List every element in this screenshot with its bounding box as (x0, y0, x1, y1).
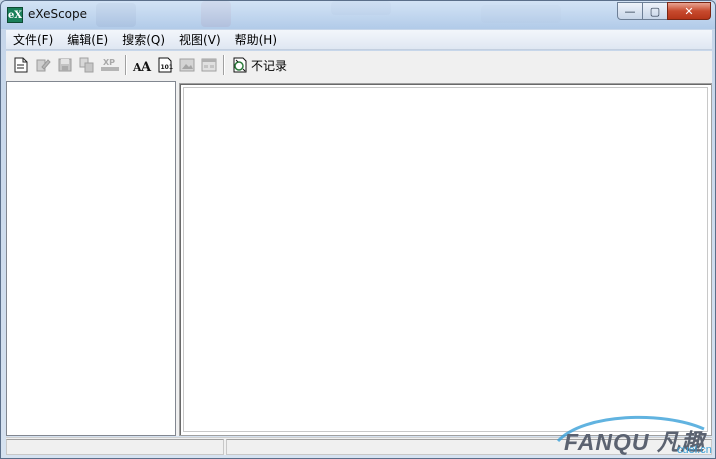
content-pane[interactable] (179, 83, 712, 436)
svg-text:A: A (140, 60, 152, 73)
menu-file[interactable]: 文件(F) (6, 30, 60, 50)
app-window: eX eXeScope — ▢ ✕ 文件(F) 编辑(E) 搜索(Q) 视图(V… (0, 0, 716, 459)
xp-button[interactable]: XP (98, 54, 122, 76)
dialog-button[interactable] (198, 54, 220, 76)
content-view[interactable] (183, 87, 708, 432)
menu-help[interactable]: 帮助(H) (228, 30, 284, 50)
svg-text:101: 101 (161, 64, 174, 71)
maximize-icon: ▢ (649, 4, 661, 18)
close-icon: ✕ (684, 4, 694, 18)
toolbar-separator (125, 55, 127, 75)
resource-button[interactable]: 101 (154, 54, 176, 76)
close-button[interactable]: ✕ (667, 2, 711, 20)
caption-buttons: — ▢ ✕ (617, 2, 711, 20)
menu-bar: 文件(F) 编辑(E) 搜索(Q) 视图(V) 帮助(H) (6, 30, 712, 50)
client-area (6, 79, 712, 436)
font-icon: AA (132, 60, 152, 73)
toolbar: XP AA 101 不记录 (6, 51, 712, 79)
new-button[interactable] (10, 54, 32, 76)
menu-view[interactable]: 视图(V) (172, 30, 228, 50)
edit-button[interactable] (32, 54, 54, 76)
maximize-button[interactable]: ▢ (642, 2, 668, 20)
edit-icon (36, 59, 51, 72)
save-button[interactable] (54, 54, 76, 76)
copy-button[interactable] (76, 54, 98, 76)
app-icon[interactable]: eX (7, 7, 23, 23)
status-panel-left (6, 439, 224, 455)
resource-icon: 101 (158, 57, 174, 73)
font-button[interactable]: AA (130, 54, 154, 76)
image-button[interactable] (176, 54, 198, 76)
window-title: eXeScope (28, 7, 88, 21)
watermark-url: cuel.cn (677, 444, 712, 456)
dialog-icon (201, 58, 217, 72)
title-bar[interactable]: eX eXeScope — ▢ ✕ (1, 1, 715, 29)
menu-edit[interactable]: 编辑(E) (60, 30, 115, 50)
no-record-label: 不记录 (251, 58, 288, 73)
new-file-icon (14, 57, 28, 73)
menu-search[interactable]: 搜索(Q) (115, 30, 172, 50)
record-icon (233, 57, 247, 73)
xp-icon: XP (101, 58, 119, 71)
minimize-icon: — (624, 4, 636, 18)
save-icon (58, 58, 72, 72)
image-icon (179, 58, 195, 72)
minimize-button[interactable]: — (617, 2, 643, 20)
svg-text:XP: XP (103, 58, 115, 67)
no-record-button[interactable]: 不记录 (228, 54, 290, 76)
toolbar-separator (223, 55, 225, 75)
copy-icon (79, 57, 94, 73)
watermark-logo: FANQU 凡趣 cuel.cn (554, 411, 714, 457)
resource-tree-pane[interactable] (6, 81, 176, 436)
